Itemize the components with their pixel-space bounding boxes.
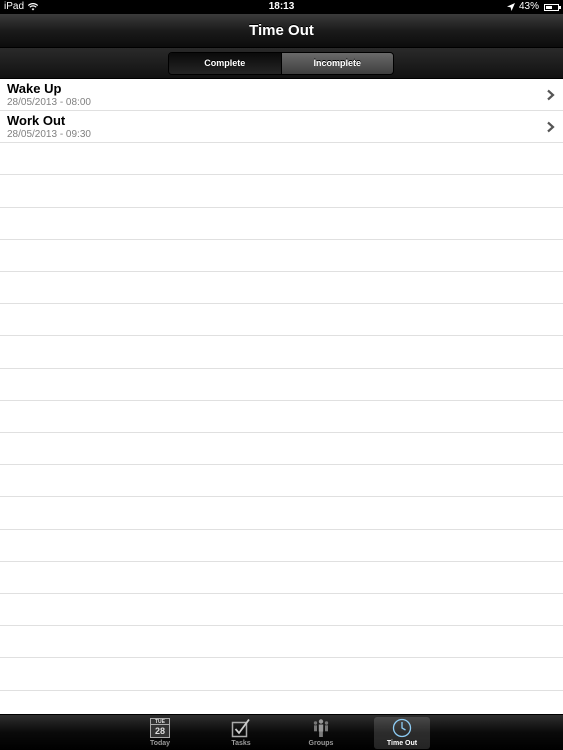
location-arrow-icon [506, 3, 515, 11]
chevron-right-icon [547, 121, 555, 133]
tab-time-out[interactable]: Time Out [374, 717, 430, 749]
nav-bar: Time Out [0, 14, 563, 48]
empty-table-row [0, 562, 563, 594]
empty-table-row [0, 272, 563, 304]
task-title: Wake Up [7, 81, 62, 96]
empty-table-row [0, 594, 563, 626]
tab-label: Today [149, 740, 171, 747]
tab-label: Tasks [231, 740, 251, 747]
empty-table-row [0, 304, 563, 336]
empty-table-row [0, 176, 563, 208]
table-row[interactable]: Work Out 28/05/2013 - 09:30 [0, 111, 563, 143]
tab-tasks[interactable]: Tasks [213, 717, 269, 749]
tab-today[interactable]: TUE 28 Today [132, 717, 188, 749]
empty-table-row [0, 659, 563, 691]
battery-icon [544, 3, 561, 11]
empty-table-row [0, 626, 563, 658]
empty-table-row [0, 369, 563, 401]
people-icon [313, 719, 329, 737]
tab-label: Time Out [386, 740, 418, 747]
empty-table-row [0, 208, 563, 240]
empty-table-row [0, 691, 563, 714]
segmented-control: Complete Incomplete [168, 52, 394, 75]
table-row[interactable]: Wake Up 28/05/2013 - 08:00 [0, 79, 563, 111]
empty-table-row [0, 433, 563, 465]
chevron-right-icon [547, 89, 555, 101]
empty-table-row [0, 143, 563, 175]
task-datetime: 28/05/2013 - 09:30 [7, 129, 91, 140]
page-title: Time Out [249, 22, 314, 39]
task-title: Work Out [7, 113, 66, 128]
segment-complete[interactable]: Complete [169, 53, 281, 74]
empty-table-row [0, 240, 563, 272]
tab-label: Groups [308, 740, 334, 747]
segment-incomplete[interactable]: Incomplete [280, 53, 393, 74]
empty-table-row [0, 337, 563, 369]
empty-table-row [0, 530, 563, 562]
checkbox-icon [231, 718, 250, 738]
task-table: Wake Up 28/05/2013 - 08:00 Work Out 28/0… [0, 79, 563, 714]
tab-groups[interactable]: Groups [293, 717, 349, 749]
empty-table-row [0, 465, 563, 497]
status-bar: iPad 18:13 43% [0, 0, 563, 14]
segmented-toolbar: Complete Incomplete [0, 48, 563, 79]
clock-icon [392, 718, 412, 738]
status-time: 18:13 [268, 1, 295, 12]
task-datetime: 28/05/2013 - 08:00 [7, 97, 91, 108]
empty-table-row [0, 401, 563, 433]
calendar-date-label: 28 [154, 726, 165, 736]
empty-table-row [0, 498, 563, 530]
calendar-icon: TUE 28 [150, 718, 170, 738]
tab-bar: TUE 28 Today Tasks Groups Time Out [0, 714, 563, 750]
battery-percent: 43% [518, 1, 539, 12]
